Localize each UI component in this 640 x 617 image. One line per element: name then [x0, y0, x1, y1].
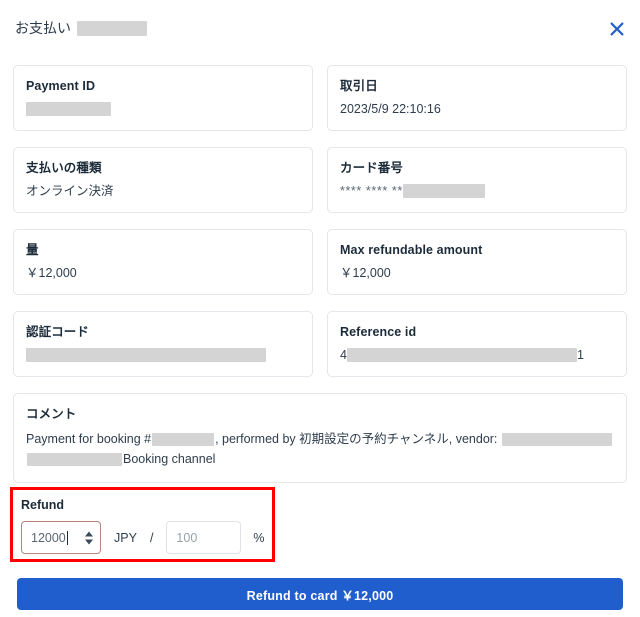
- refund-amount-input[interactable]: 12000: [21, 521, 101, 554]
- comment-text-part-3: Booking channel: [123, 452, 216, 466]
- card-card-number: カード番号 **** **** **: [327, 147, 627, 213]
- refund-section-highlight: Refund 12000 JPY / 100 %: [10, 487, 275, 562]
- details-row: 支払いの種類 オンライン決済 カード番号 **** **** **: [13, 147, 627, 213]
- card-label: Max refundable amount: [340, 243, 483, 257]
- card-value: [26, 347, 300, 363]
- redacted-value: [26, 348, 266, 362]
- card-comment: コメント Payment for booking # , performed by…: [13, 393, 627, 483]
- details-row: 認証コード Reference id 4 1: [13, 311, 627, 377]
- card-amount: 量 ￥12,000: [13, 229, 313, 295]
- comment-text-part-1: Payment for booking #: [26, 432, 152, 446]
- page-title: お支払い: [15, 20, 147, 36]
- page-title-text: お支払い: [15, 20, 71, 36]
- card-value: オンライン決済: [26, 184, 114, 198]
- dialog-header: お支払い: [0, 0, 640, 52]
- separator-label: /: [149, 530, 154, 545]
- reference-id-prefix: 4: [340, 348, 347, 362]
- close-icon[interactable]: [606, 18, 628, 40]
- card-label: Reference id: [340, 325, 417, 339]
- refund-percent-value: 100: [176, 530, 198, 545]
- card-value: ￥12,000: [26, 266, 77, 280]
- card-label: 量: [26, 243, 39, 257]
- redacted-value: [26, 102, 111, 116]
- currency-label: JPY: [114, 530, 137, 545]
- comment-text-part-2: , performed by 初期設定の予約チャンネル, vendor:: [215, 432, 498, 446]
- card-payment-id: Payment ID: [13, 65, 313, 131]
- stepper-down-icon[interactable]: [85, 539, 93, 544]
- refund-to-card-button[interactable]: Refund to card ￥12,000: [17, 578, 623, 610]
- comment-body: Payment for booking # , performed by 初期設定…: [26, 429, 614, 469]
- card-value: 2023/5/9 22:10:16: [340, 102, 441, 116]
- redacted-value: [402, 184, 485, 198]
- card-auth-code: 認証コード: [13, 311, 313, 377]
- card-max-refundable-amount: Max refundable amount ￥12,000: [327, 229, 627, 295]
- details-row: Payment ID 取引日 2023/5/9 22:10:16: [13, 65, 627, 131]
- percent-sign-label: %: [253, 530, 265, 545]
- redacted-vendor-1: [501, 433, 612, 447]
- card-label: 認証コード: [26, 325, 90, 339]
- details-row: コメント Payment for booking # , performed by…: [13, 393, 627, 483]
- card-value: [26, 101, 300, 117]
- card-label: コメント: [26, 407, 77, 421]
- payment-refund-dialog: お支払い Payment ID 取引日 2023/5/9 22:10:16 支払…: [0, 0, 640, 617]
- card-label: 取引日: [340, 79, 378, 93]
- details-grid: Payment ID 取引日 2023/5/9 22:10:16 支払いの種類 …: [13, 65, 627, 499]
- masked-card-digits: **** **** **: [340, 184, 403, 198]
- details-row: 量 ￥12,000 Max refundable amount ￥12,000: [13, 229, 627, 295]
- refund-percent-input[interactable]: 100: [166, 521, 242, 554]
- card-label: Payment ID: [26, 79, 96, 93]
- card-value: 4 1: [340, 347, 614, 363]
- card-payment-type: 支払いの種類 オンライン決済: [13, 147, 313, 213]
- redacted-booking-number: [152, 433, 215, 447]
- refund-amount-stepper[interactable]: [85, 531, 93, 544]
- text-cursor: [66, 530, 68, 545]
- redacted-vendor-2: [27, 453, 122, 467]
- card-label: カード番号: [340, 161, 404, 175]
- card-value: ￥12,000: [340, 266, 391, 280]
- refund-controls: 12000 JPY / 100 %: [21, 521, 265, 554]
- card-transaction-date: 取引日 2023/5/9 22:10:16: [327, 65, 627, 131]
- redacted-title-value: [77, 20, 147, 36]
- stepper-up-icon[interactable]: [85, 531, 93, 536]
- refund-label: Refund: [21, 498, 65, 512]
- card-label: 支払いの種類: [26, 161, 102, 175]
- reference-id-suffix: 1: [576, 348, 584, 362]
- redacted-value: [346, 348, 577, 362]
- card-value: **** **** **: [340, 183, 614, 199]
- card-reference-id: Reference id 4 1: [327, 311, 627, 377]
- refund-amount-value: 12000: [31, 530, 66, 545]
